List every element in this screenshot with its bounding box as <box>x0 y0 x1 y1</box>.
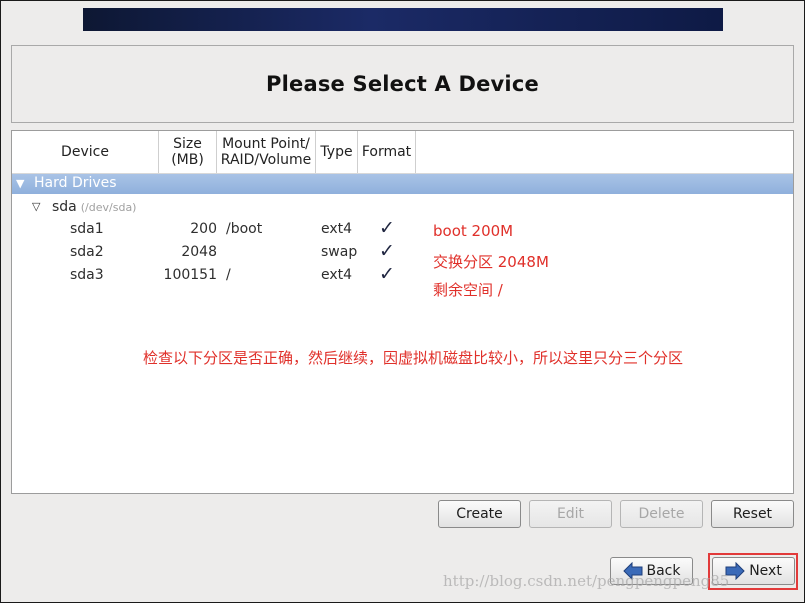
partition-type: ext4 <box>321 221 353 237</box>
partition-type: swap <box>321 244 358 260</box>
partition-mount: / <box>226 267 231 283</box>
annotation-note: 剩余空间 / <box>433 281 503 299</box>
table-row[interactable]: sda1 200 /boot ext4 ✓ <box>12 217 793 242</box>
edit-button[interactable]: Edit <box>529 500 612 528</box>
reset-button[interactable]: Reset <box>711 500 794 528</box>
expander-down-icon[interactable]: ▽ <box>32 200 40 213</box>
back-label: Back <box>646 563 681 579</box>
table-row[interactable]: sda2 2048 swap ✓ <box>12 240 793 265</box>
tree-row-disk[interactable]: ▽ sda (/dev/sda) <box>12 198 793 218</box>
annotation-hint: 检查以下分区是否正确，然后继续，因虚拟机磁盘比较小，所以这里只分三个分区 <box>143 349 684 367</box>
page-title: Please Select A Device <box>266 72 539 96</box>
group-label: Hard Drives <box>34 175 117 191</box>
column-header-size[interactable]: Size (MB) <box>159 131 217 173</box>
back-arrow-icon <box>622 562 642 580</box>
disk-name: sda (/dev/sda) <box>52 199 137 215</box>
column-header-type[interactable]: Type <box>316 131 358 173</box>
partition-mount: /boot <box>226 221 263 237</box>
column-header-device[interactable]: Device <box>12 131 159 173</box>
annotation-note: boot 200M <box>433 222 514 240</box>
next-label: Next <box>749 563 782 579</box>
format-check-icon: ✓ <box>379 263 395 285</box>
column-header-format[interactable]: Format <box>358 131 416 173</box>
partition-device: sda2 <box>70 244 104 260</box>
back-button[interactable]: Back <box>610 557 693 585</box>
tree-group-hard-drives[interactable]: ▼ Hard Drives <box>12 174 793 194</box>
partition-size: 200 <box>190 221 217 237</box>
create-button[interactable]: Create <box>438 500 521 528</box>
device-tree[interactable]: Device Size (MB) Mount Point/RAID/Volume … <box>11 130 794 494</box>
top-banner <box>83 8 723 31</box>
format-check-icon: ✓ <box>379 217 395 239</box>
column-header-mount[interactable]: Mount Point/RAID/Volume <box>217 131 316 173</box>
expander-down-icon[interactable]: ▼ <box>16 177 24 190</box>
partition-device: sda1 <box>70 221 104 237</box>
partition-device: sda3 <box>70 267 104 283</box>
disk-path: (/dev/sda) <box>80 201 137 214</box>
delete-button[interactable]: Delete <box>620 500 703 528</box>
title-panel: Please Select A Device <box>11 45 794 123</box>
partition-size: 2048 <box>181 244 217 260</box>
annotation-note: 交换分区 2048M <box>433 253 549 271</box>
format-check-icon: ✓ <box>379 240 395 262</box>
next-button[interactable]: Next <box>712 557 795 585</box>
partition-size: 100151 <box>163 267 217 283</box>
next-arrow-icon <box>725 562 745 580</box>
table-row[interactable]: sda3 100151 / ext4 ✓ <box>12 263 793 288</box>
partition-type: ext4 <box>321 267 353 283</box>
